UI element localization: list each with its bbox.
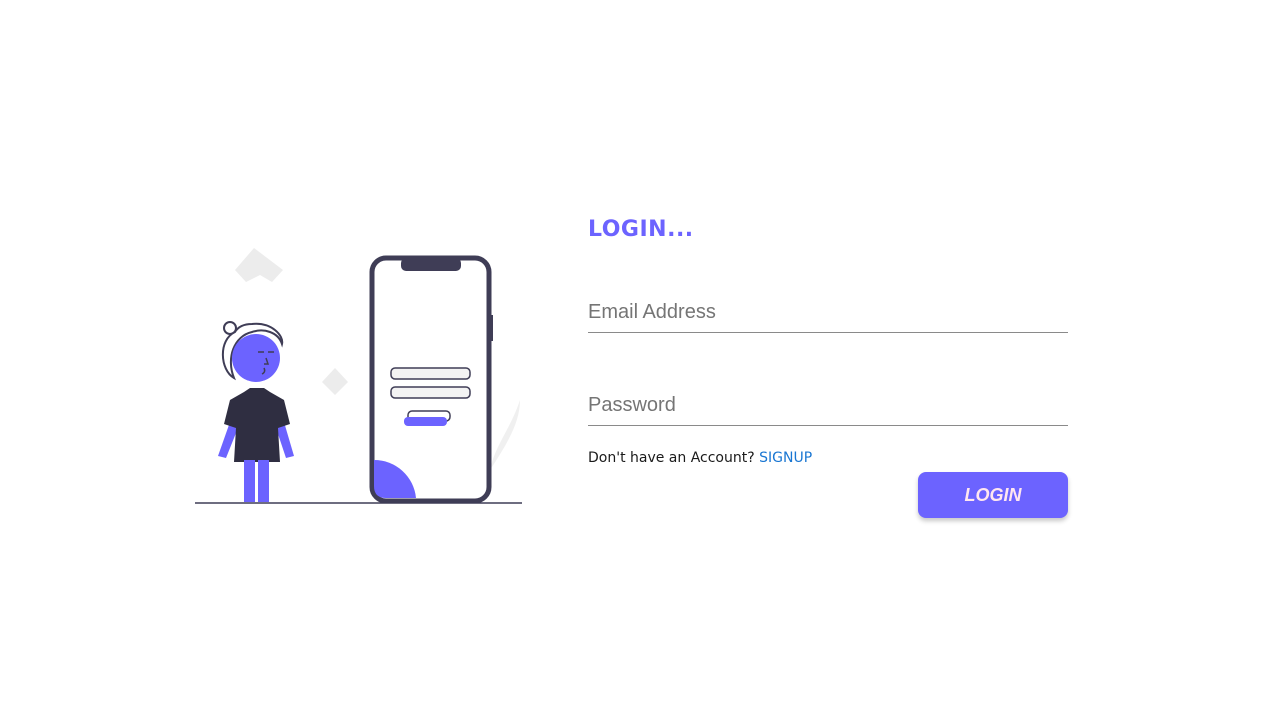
signup-link[interactable]: SIGNUP <box>759 450 812 466</box>
phone-button <box>489 315 493 341</box>
decor-diamond <box>322 368 348 395</box>
phone-notch <box>401 258 461 271</box>
person-leg-right <box>258 460 269 502</box>
person-torso <box>224 388 290 462</box>
phone-button-fill <box>404 417 447 426</box>
signup-row: Don't have an Account? SIGNUP <box>588 448 1068 468</box>
decor-shape-top <box>235 248 283 282</box>
phone-input-2 <box>390 386 471 399</box>
login-illustration <box>195 248 522 504</box>
person-head <box>232 334 280 382</box>
email-field-wrapper <box>588 284 1068 333</box>
login-page: LOGIN... Don't have an Account? SIGNUP L… <box>0 0 1268 709</box>
email-input[interactable] <box>588 301 1068 324</box>
form-title: LOGIN... <box>588 217 694 242</box>
password-field-wrapper <box>588 377 1068 426</box>
button-row: LOGIN <box>588 472 1068 520</box>
password-input[interactable] <box>588 394 1068 417</box>
login-button[interactable]: LOGIN <box>918 472 1068 518</box>
signup-prompt: Don't have an Account? <box>588 450 755 466</box>
login-form: LOGIN... Don't have an Account? SIGNUP L… <box>588 210 1068 520</box>
phone-input-1 <box>390 367 471 380</box>
person-leg-left <box>244 460 255 502</box>
decor-leaf <box>490 400 520 470</box>
